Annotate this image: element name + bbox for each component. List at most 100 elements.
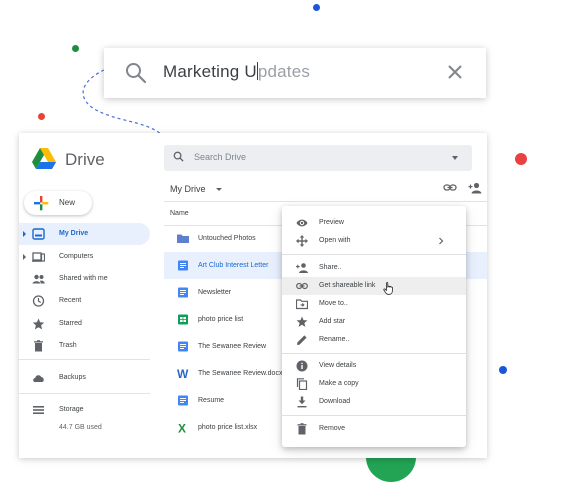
pencil-icon xyxy=(297,335,307,345)
decorative-dot-blue-right xyxy=(499,366,507,374)
drive-search-box[interactable]: Search Drive xyxy=(164,145,472,171)
menu-divider xyxy=(282,415,466,416)
context-menu: Preview Open with Share.. Get shareable … xyxy=(282,206,466,447)
menu-item-label: Share.. xyxy=(319,264,342,271)
sidebar-item-computers[interactable]: Computers xyxy=(19,246,150,268)
link-icon[interactable] xyxy=(443,183,457,193)
search-suggestion-text: pdates xyxy=(257,62,311,81)
sheets-icon xyxy=(178,314,188,325)
trash-icon xyxy=(297,423,307,435)
docs-icon xyxy=(178,341,188,352)
expand-arrow-icon[interactable] xyxy=(23,254,26,260)
sidebar-item-label: Trash xyxy=(59,342,77,349)
sidebar-item-label: Starred xyxy=(59,320,82,327)
file-name: Art Club Interest Letter xyxy=(198,262,269,269)
sidebar-item-starred[interactable]: Starred xyxy=(19,313,150,335)
decorative-dot-green xyxy=(72,45,79,52)
sidebar-item-label: Storage xyxy=(59,406,84,413)
menu-item-get-shareable-link[interactable]: Get shareable link xyxy=(282,277,466,295)
sidebar-item-my-drive[interactable]: My Drive xyxy=(19,223,150,245)
sidebar-item-trash[interactable]: Trash xyxy=(19,335,150,357)
person-add-icon xyxy=(296,263,308,273)
menu-item-label: View details xyxy=(319,362,357,369)
expand-arrow-icon[interactable] xyxy=(23,231,26,237)
move-folder-icon xyxy=(296,299,308,310)
sidebar-item-shared-with-me[interactable]: Shared with me xyxy=(19,268,150,290)
my-drive-icon xyxy=(32,228,45,240)
header-divider xyxy=(164,201,487,202)
storage-icon xyxy=(33,406,44,414)
sidebar-item-label: Computers xyxy=(59,253,94,260)
eye-icon xyxy=(296,219,308,227)
trash-icon xyxy=(34,340,43,352)
close-icon[interactable] xyxy=(447,64,463,80)
new-button-label: New xyxy=(59,198,76,207)
open-with-icon xyxy=(296,235,308,247)
sidebar-item-label: Backups xyxy=(59,374,86,381)
menu-item-view-details[interactable]: View details xyxy=(282,357,466,375)
search-icon xyxy=(173,151,184,162)
app-title: Drive xyxy=(65,150,105,169)
search-options-icon[interactable] xyxy=(452,156,458,160)
word-icon: W xyxy=(177,368,189,379)
menu-item-label: Rename.. xyxy=(319,336,350,343)
menu-item-label: Make a copy xyxy=(319,380,359,387)
person-add-icon[interactable] xyxy=(468,182,482,194)
decorative-dot-red-right xyxy=(515,153,527,165)
sidebar-item-label: Recent xyxy=(59,297,82,304)
search-query[interactable]: Marketing Updates xyxy=(163,62,310,82)
menu-item-add-star[interactable]: Add star xyxy=(282,313,466,331)
docs-icon xyxy=(178,260,188,271)
storage-used-text: 44.7 GB used xyxy=(59,424,102,431)
docs-icon xyxy=(178,395,188,406)
sidebar-item-backups[interactable]: Backups xyxy=(19,367,150,389)
menu-item-label: Move to.. xyxy=(319,300,348,307)
column-header-name[interactable]: Name xyxy=(170,210,189,217)
search-overlay[interactable]: Marketing Updates xyxy=(104,48,486,98)
new-button[interactable]: New xyxy=(24,191,92,215)
star-icon xyxy=(32,318,45,330)
search-placeholder: Search Drive xyxy=(194,152,247,162)
drive-logo-icon xyxy=(32,148,56,169)
docs-icon xyxy=(178,287,188,298)
menu-item-label: Remove xyxy=(319,425,346,432)
link-icon xyxy=(296,282,308,290)
chevron-down-icon[interactable] xyxy=(216,188,222,191)
menu-item-label: Add star xyxy=(319,318,346,325)
file-name: The Sewanee Review xyxy=(198,343,267,350)
breadcrumb[interactable]: My Drive xyxy=(170,184,206,194)
menu-item-share[interactable]: Share.. xyxy=(282,259,466,277)
sidebar-item-recent[interactable]: Recent xyxy=(19,290,150,312)
menu-item-make-a-copy[interactable]: Make a copy xyxy=(282,375,466,393)
sidebar-divider xyxy=(19,393,150,394)
file-name: Resume xyxy=(198,397,225,404)
copy-icon xyxy=(296,378,308,390)
file-name: The Sewanee Review.docx xyxy=(198,370,283,377)
computers-icon xyxy=(32,252,45,262)
cloud-icon xyxy=(33,375,44,382)
menu-item-label: Open with xyxy=(319,237,351,244)
hand-cursor-icon xyxy=(383,282,393,295)
menu-item-preview[interactable]: Preview xyxy=(282,214,466,232)
menu-item-remove[interactable]: Remove xyxy=(282,420,466,438)
sidebar-item-label: My Drive xyxy=(59,230,89,237)
menu-item-label: Download xyxy=(319,398,351,405)
file-name: Newsletter xyxy=(198,289,232,296)
file-name: photo price list xyxy=(198,316,244,323)
menu-item-rename[interactable]: Rename.. xyxy=(282,331,466,349)
star-icon xyxy=(296,316,308,327)
info-icon xyxy=(296,360,308,372)
decorative-dot-blue-top xyxy=(313,4,320,11)
menu-item-open-with[interactable]: Open with xyxy=(282,232,466,250)
menu-item-download[interactable]: Download xyxy=(282,393,466,411)
menu-item-label: Preview xyxy=(319,219,344,226)
people-icon xyxy=(32,274,45,284)
file-name: photo price list.xlsx xyxy=(198,424,258,431)
sidebar-item-storage[interactable]: Storage xyxy=(19,399,150,421)
menu-item-move-to[interactable]: Move to.. xyxy=(282,295,466,313)
search-icon xyxy=(126,63,147,84)
svg-text:X: X xyxy=(178,422,186,433)
menu-divider xyxy=(282,254,466,255)
sidebar-divider xyxy=(19,359,150,360)
decorative-dot-red-left xyxy=(38,113,45,120)
